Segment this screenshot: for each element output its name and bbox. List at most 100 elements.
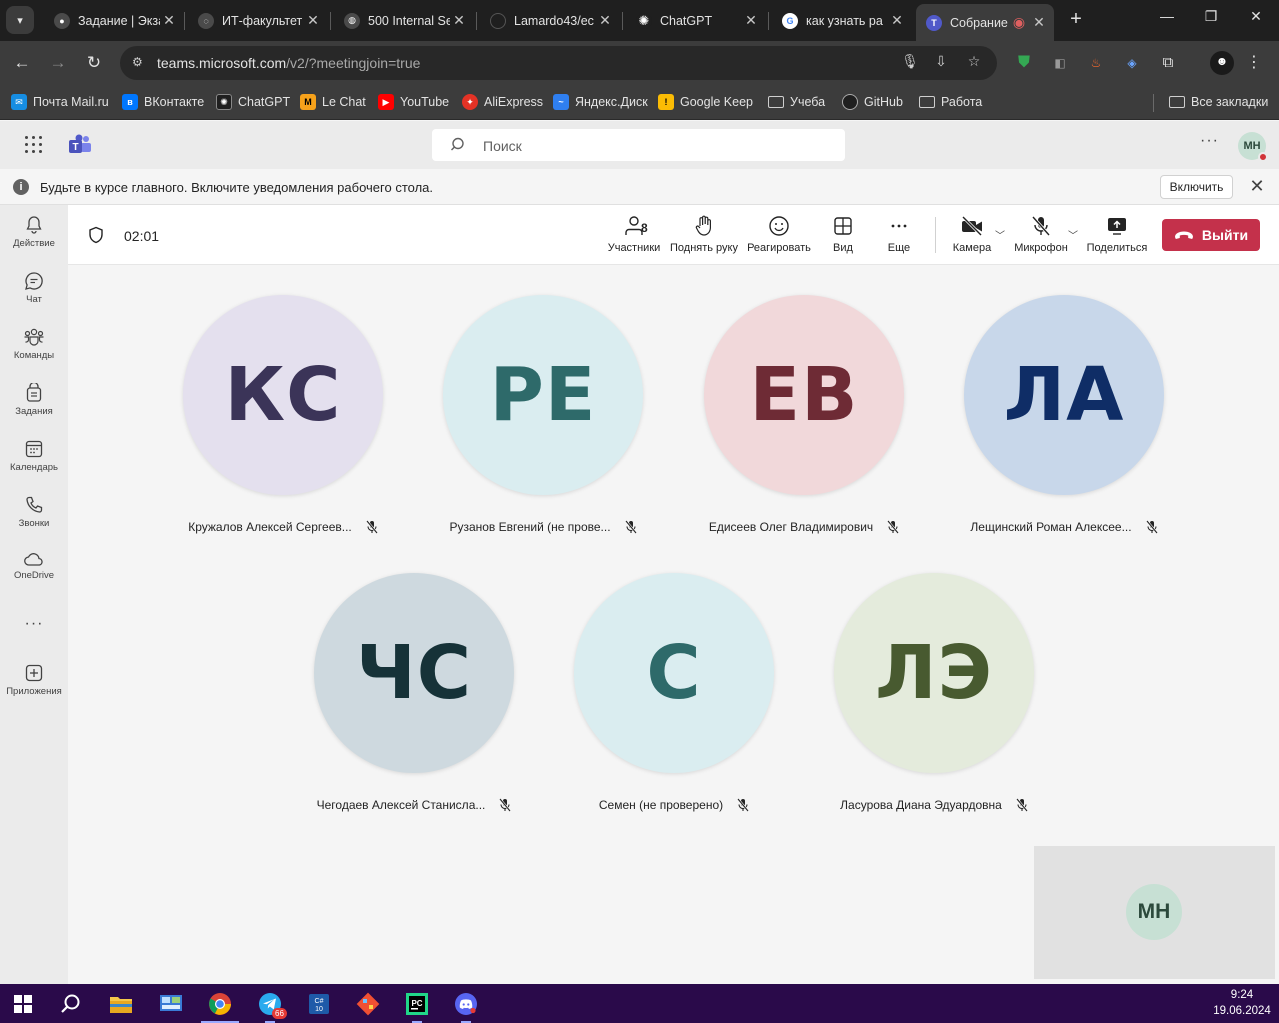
site-settings-icon[interactable]: ⚙ <box>132 55 148 71</box>
forward-button[interactable]: → <box>46 51 70 75</box>
more-button[interactable]: Еще <box>880 215 918 254</box>
close-icon[interactable]: ✕ <box>450 12 468 29</box>
avatar[interactable]: МН <box>1238 132 1268 162</box>
browser-tab[interactable]: ✺ ChatGPT ✕ <box>626 6 766 35</box>
close-icon[interactable]: ✕ <box>888 12 906 29</box>
chrome-icon[interactable] <box>201 988 239 1023</box>
close-icon[interactable]: ✕ <box>160 12 178 29</box>
browser-tab[interactable]: ◌ ИТ-факультет ✕ <box>188 6 328 35</box>
rail-item-chat[interactable]: Чат <box>0 271 68 305</box>
leave-button[interactable]: Выйти <box>1162 219 1260 251</box>
new-tab-button[interactable]: + <box>1066 8 1086 31</box>
enable-notifications-button[interactable]: Включить <box>1160 175 1233 199</box>
file-explorer-icon[interactable] <box>102 988 140 1020</box>
vpn-extension-icon[interactable]: ◈ <box>1122 53 1142 73</box>
svg-text:T: T <box>72 142 78 153</box>
shield-extension-icon[interactable]: ⛊ <box>1014 53 1034 73</box>
participant-tile[interactable]: ЛЭ Ласурова Диана Эдуардовна <box>804 573 1064 833</box>
bookmark-item[interactable]: ~ Яндекс.Диск <box>553 93 648 111</box>
control-label: Поделиться <box>1086 242 1148 254</box>
search-icon[interactable] <box>52 988 90 1020</box>
participant-tile[interactable]: ЛА Лещинский Роман Алексее... <box>934 295 1194 555</box>
windows-start-icon[interactable] <box>4 988 42 1020</box>
pycharm-icon[interactable]: PC <box>398 988 436 1023</box>
chevron-down-icon[interactable]: ﹀ <box>995 227 1005 242</box>
bookmark-item[interactable]: в ВКонтакте <box>122 93 204 111</box>
bookmark-item[interactable]: ✉ Почта Mail.ru <box>11 93 109 111</box>
address-bar[interactable]: ⚙ teams.microsoft.com/v2/?meetingjoin=tr… <box>120 46 997 80</box>
react-button[interactable]: Реагировать <box>746 215 812 254</box>
rail-item-onedrive[interactable]: OneDrive <box>0 551 68 581</box>
extension-icon[interactable]: ◧ <box>1050 53 1070 73</box>
window-close-button[interactable]: ✕ <box>1241 8 1271 25</box>
participants-button[interactable]: Участники <box>606 215 662 254</box>
bell-icon <box>26 216 42 234</box>
close-icon[interactable]: ✕ <box>1247 176 1267 197</box>
microphone-button[interactable]: Микрофон <box>1012 215 1070 254</box>
minimize-button[interactable]: — <box>1152 8 1182 24</box>
discord-icon[interactable] <box>447 988 485 1023</box>
rail-item-activity[interactable]: Действие <box>0 215 68 249</box>
close-icon[interactable]: ✕ <box>304 12 322 29</box>
control-label: Участники <box>607 242 661 254</box>
browser-tab-active[interactable]: T Собрание ◉ ✕ <box>916 4 1054 41</box>
bookmark-item[interactable]: M Le Chat <box>300 93 366 111</box>
rail-item-apps[interactable]: Приложения <box>0 663 68 697</box>
git-app-icon[interactable] <box>349 988 387 1020</box>
telegram-icon[interactable]: 66 <box>251 988 289 1023</box>
close-icon[interactable]: ✕ <box>596 12 614 29</box>
all-bookmarks-button[interactable]: Все закладки <box>1169 93 1268 111</box>
search-input[interactable]: Поиск <box>432 129 845 161</box>
browser-menu-icon[interactable]: ⋮ <box>1244 53 1264 73</box>
bookmark-item[interactable]: GitHub <box>842 93 903 111</box>
settings-more-icon[interactable]: ··· <box>1200 132 1219 150</box>
back-button[interactable]: ← <box>10 51 34 75</box>
app-launcher-icon[interactable] <box>25 136 43 154</box>
chevron-down-icon[interactable]: ﹀ <box>1068 227 1078 242</box>
bookmark-item[interactable]: ✺ ChatGPT <box>216 93 290 111</box>
raise-hand-button[interactable]: Поднять руку <box>668 215 740 254</box>
bookmark-item[interactable]: ! Google Keep <box>658 93 753 111</box>
rail-item-teams[interactable]: Команды <box>0 327 68 361</box>
participant-tile[interactable]: ЕВ Едисеев Олег Владимирович <box>674 295 934 555</box>
profile-avatar-icon[interactable]: ☻ <box>1210 51 1234 75</box>
tab-search-button[interactable]: ▾ <box>6 6 34 34</box>
bookmark-star-icon[interactable]: ☆ <box>964 53 984 73</box>
mic-off-icon <box>887 520 900 534</box>
reload-button[interactable]: ↻ <box>82 51 106 75</box>
participant-tile[interactable]: КС Кружалов Алексей Сергеев... <box>153 295 413 555</box>
rail-label: Календарь <box>10 462 58 473</box>
close-icon[interactable]: ✕ <box>1030 14 1048 31</box>
self-view-tile[interactable]: МН <box>1034 846 1275 979</box>
install-app-icon[interactable]: ⇩ <box>931 53 951 73</box>
calculator-app-icon[interactable]: C# 10 <box>300 988 338 1020</box>
participant-tile[interactable]: РЕ Рузанов Евгений (не прове... <box>413 295 673 555</box>
rail-item-calendar[interactable]: Календарь <box>0 439 68 473</box>
fire-extension-icon[interactable]: ♨ <box>1086 53 1106 73</box>
control-panel-icon[interactable] <box>152 988 190 1020</box>
rail-more-icon[interactable]: ··· <box>0 615 68 633</box>
participant-avatar: С <box>574 573 774 773</box>
shield-icon[interactable] <box>88 226 104 244</box>
bookmark-folder[interactable]: Учеба <box>768 93 825 111</box>
system-clock[interactable]: 9:24 19.06.2024 <box>1210 987 1274 1019</box>
participant-tile[interactable]: ЧС Чегодаев Алексей Станисла... <box>284 573 544 833</box>
share-button[interactable]: Поделиться <box>1086 215 1148 254</box>
rail-item-calls[interactable]: Звонки <box>0 495 68 529</box>
camera-button[interactable]: Камера <box>950 215 994 254</box>
bookmark-folder[interactable]: Работа <box>919 93 982 111</box>
participant-tile[interactable]: С Семен (не проверено) <box>544 573 804 833</box>
restore-button[interactable]: ❐ <box>1196 8 1226 25</box>
bookmark-item[interactable]: ▶ YouTube <box>378 93 449 111</box>
microphone-icon[interactable]: 🎙 <box>900 53 920 73</box>
apps-icon <box>25 664 43 682</box>
browser-tab[interactable]: ◍ 500 Internal Server Error ✕ <box>334 6 474 35</box>
close-icon[interactable]: ✕ <box>742 12 760 29</box>
view-button[interactable]: Вид <box>823 215 863 254</box>
rail-item-assignments[interactable]: Задания <box>0 383 68 417</box>
bookmark-item[interactable]: ✦ AliExpress <box>462 93 543 111</box>
browser-tab[interactable]: G как узнать ра ✕ <box>772 6 912 35</box>
browser-tab[interactable]: Lamardo43/ec ✕ <box>480 6 620 35</box>
browser-tab[interactable]: ● Задание | Экзамен ✕ <box>44 6 184 35</box>
extensions-puzzle-icon[interactable]: ⧉ <box>1158 53 1178 73</box>
